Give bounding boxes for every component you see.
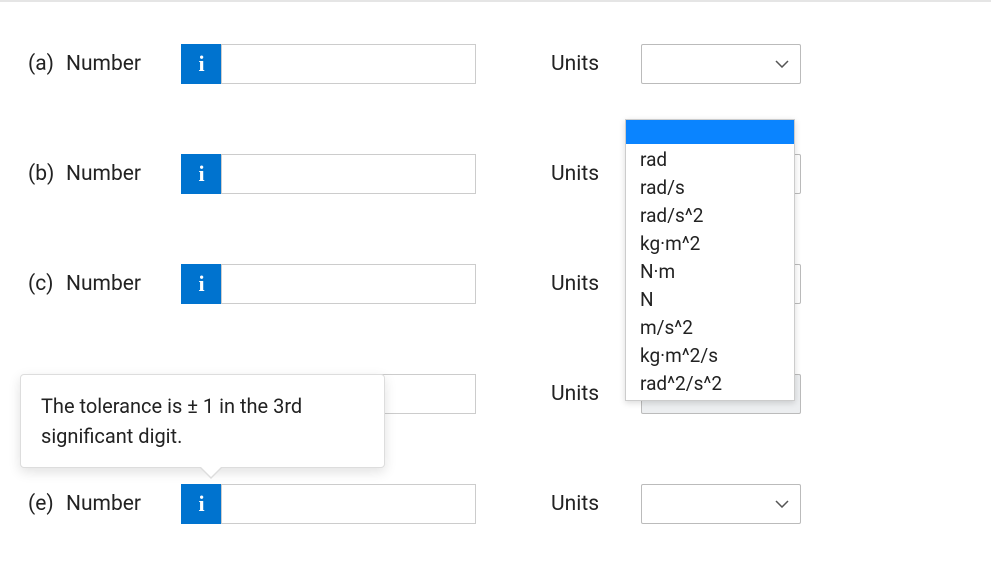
units-dropdown-panel: rad rad/s rad/s^2 kg·m^2 N·m N m/s^2 kg·…	[625, 119, 795, 401]
answer-row-c: (c) Number i Units	[20, 264, 971, 304]
number-input[interactable]	[221, 154, 476, 194]
dropdown-option[interactable]: kg·m^2	[640, 230, 780, 258]
number-label: Number	[66, 272, 181, 296]
part-label: (c)	[20, 272, 66, 296]
part-label: (a)	[20, 52, 66, 76]
number-label: Number	[66, 52, 181, 76]
dropdown-option[interactable]: kg·m^2/s	[640, 342, 780, 370]
info-icon[interactable]: i	[181, 264, 221, 304]
tolerance-tooltip: The tolerance is ± 1 in the 3rd signific…	[20, 374, 385, 468]
dropdown-option[interactable]: N·m	[640, 258, 780, 286]
tooltip-text: The tolerance is ± 1 in the 3rd signific…	[41, 394, 302, 448]
dropdown-option[interactable]: rad/s	[640, 174, 780, 202]
units-label: Units	[551, 52, 641, 76]
info-icon[interactable]: i	[181, 484, 221, 524]
number-input[interactable]	[221, 484, 476, 524]
dropdown-option[interactable]: rad	[640, 146, 780, 174]
info-icon[interactable]: i	[181, 154, 221, 194]
answer-row-e: (e) Number i Units	[20, 484, 971, 524]
number-input[interactable]	[221, 44, 476, 84]
dropdown-option[interactable]: m/s^2	[640, 314, 780, 342]
dropdown-option[interactable]: rad^2/s^2	[640, 370, 780, 398]
number-label: Number	[66, 162, 181, 186]
part-label: (b)	[20, 162, 66, 186]
answer-form: (a) Number i Units (b) Number i Units	[0, 8, 991, 560]
dropdown-option[interactable]: rad/s^2	[640, 202, 780, 230]
number-input[interactable]	[221, 264, 476, 304]
part-label: (e)	[20, 492, 66, 516]
answer-row-b: (b) Number i Units	[20, 154, 971, 194]
unit-select[interactable]	[641, 44, 801, 84]
answer-row-a: (a) Number i Units	[20, 44, 971, 84]
info-icon[interactable]: i	[181, 44, 221, 84]
unit-select[interactable]	[641, 484, 801, 524]
units-label: Units	[551, 492, 641, 516]
dropdown-option[interactable]: N	[640, 286, 780, 314]
dropdown-option-blank[interactable]	[626, 120, 794, 144]
number-label: Number	[66, 492, 181, 516]
